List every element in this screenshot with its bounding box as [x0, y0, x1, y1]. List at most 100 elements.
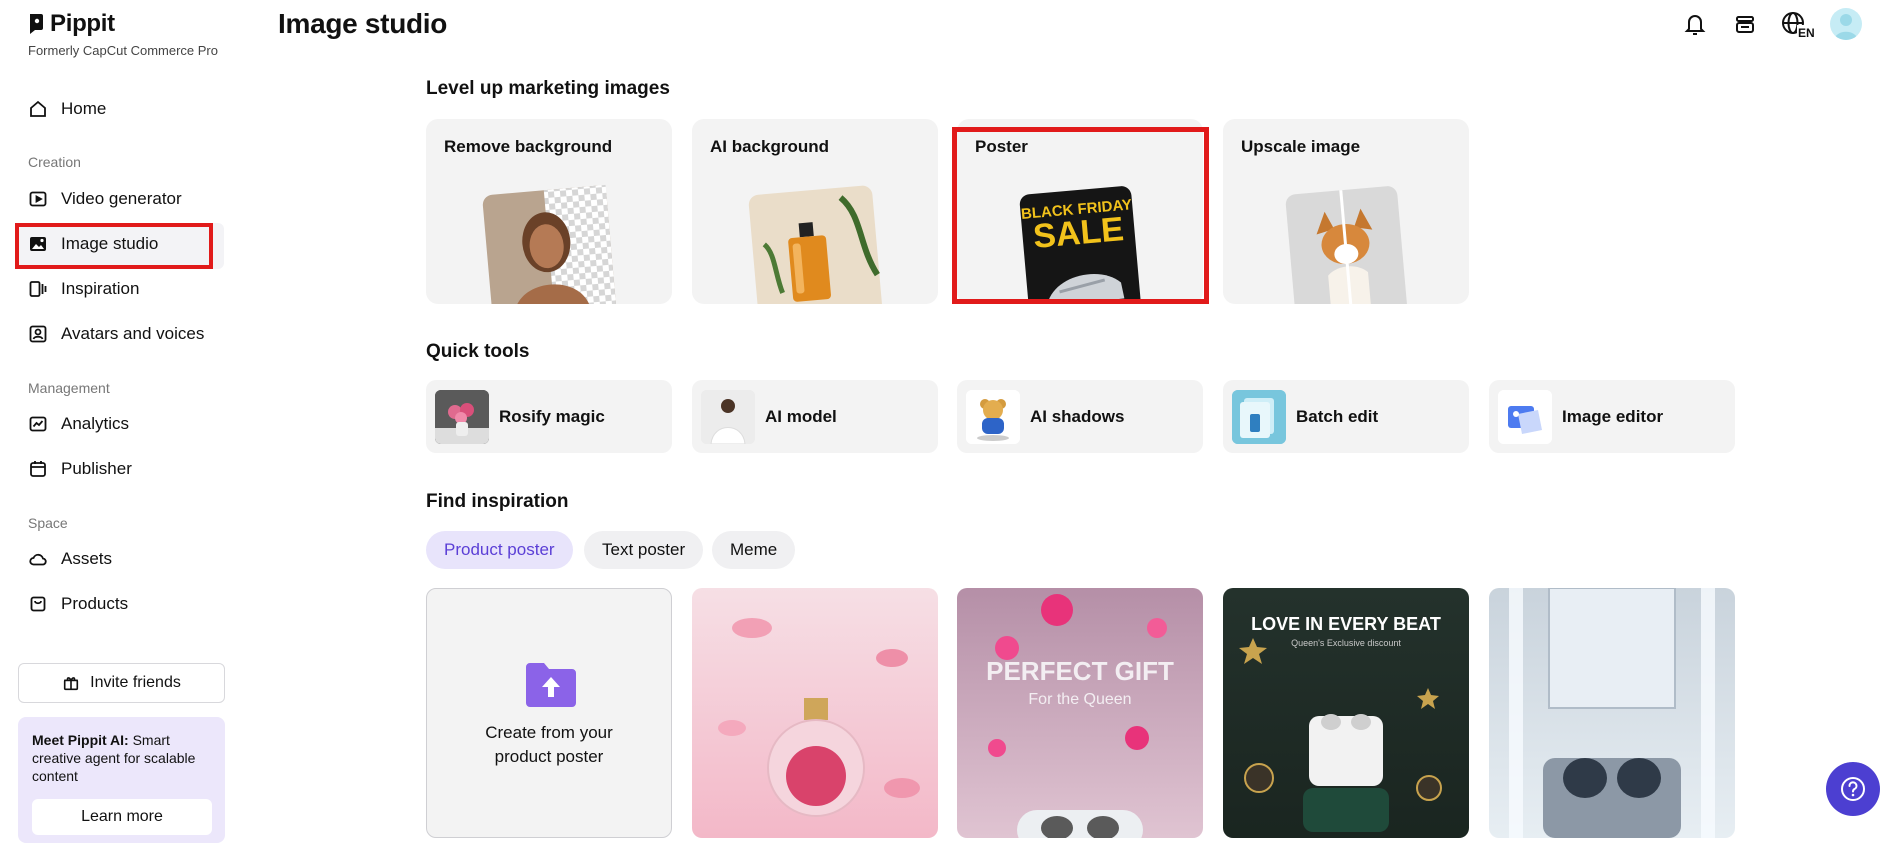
user-avatar[interactable]	[1830, 8, 1862, 40]
section-label-space: Space	[28, 515, 68, 531]
batch-edit-thumbnail	[1232, 389, 1286, 444]
tray-icon[interactable]	[1731, 10, 1759, 38]
ai-shadows-tool[interactable]: AI shadows	[957, 380, 1203, 453]
sidebar-item-label: Inspiration	[61, 279, 140, 298]
help-button[interactable]	[1826, 762, 1880, 816]
gift-icon	[64, 677, 79, 691]
upload-folder-icon	[526, 663, 576, 707]
person-model-icon	[701, 389, 755, 444]
ai-background-illustration	[748, 185, 883, 304]
love-beat-poster-art: LOVE IN EVERY BEAT Queen's Exclusive dis…	[1239, 614, 1442, 832]
love-beat-line1: LOVE IN EVERY BEAT	[1251, 614, 1441, 634]
video-generator-icon	[29, 191, 47, 207]
sidebar-item-inspiration[interactable]: Inspiration	[28, 272, 139, 306]
sidebar-item-publisher[interactable]: Publisher	[28, 452, 132, 486]
sidebar-item-home[interactable]: Home	[28, 92, 106, 126]
chip-meme[interactable]: Meme	[712, 531, 796, 569]
user-silhouette-icon	[1834, 14, 1858, 40]
invite-friends-label: Invite friends	[90, 674, 181, 691]
rosify-magic-thumbnail	[435, 389, 489, 444]
poster-highlight-box	[952, 127, 1209, 304]
card-label: Remove background	[444, 137, 613, 156]
page-title: Image studio	[278, 8, 448, 39]
stacked-images-icon	[1232, 389, 1286, 444]
sidebar-item-avatars-voices[interactable]: Avatars and voices	[28, 317, 204, 351]
inspiration-icon	[29, 281, 47, 297]
love-beat-line2: Queen's Exclusive discount	[1291, 638, 1401, 648]
sidebar-item-label: Products	[61, 594, 129, 613]
products-icon	[30, 596, 46, 612]
earbuds-poster-art	[1509, 588, 1715, 838]
sidebar-item-video-generator[interactable]: Video generator	[28, 182, 182, 216]
create-poster-text: Create from your product poster	[427, 721, 671, 769]
inspiration-card-earbuds[interactable]	[1489, 588, 1735, 838]
tool-label: Rosify magic	[499, 406, 605, 426]
pippit-logo-icon	[30, 14, 43, 34]
sidebar-item-label: Assets	[61, 549, 113, 568]
rosify-magic-tool[interactable]: Rosify magic	[426, 380, 672, 453]
create-product-poster-card[interactable]: Create from your product poster	[426, 588, 672, 838]
sidebar-item-products[interactable]: Products	[28, 587, 128, 621]
learn-more-button[interactable]: Learn more	[32, 799, 212, 835]
pippit-ai-promo: Meet Pippit AI: Smart creative agent for…	[18, 717, 225, 843]
tool-label: AI shadows	[1030, 406, 1125, 426]
create-text-line1: Create from your	[485, 723, 613, 742]
ai-model-tool[interactable]: AI model	[692, 380, 938, 453]
chip-product-poster[interactable]: Product poster	[426, 531, 573, 569]
tool-label: Batch edit	[1296, 406, 1379, 426]
inspiration-card-perfume[interactable]	[692, 588, 938, 838]
analytics-icon	[29, 416, 47, 432]
image-editor-tool[interactable]: Image editor	[1489, 380, 1735, 453]
upscale-image-card[interactable]: Upscale image	[1223, 119, 1469, 304]
section-label-management: Management	[28, 380, 110, 396]
ai-background-card[interactable]: AI background	[692, 119, 938, 304]
question-mark-icon	[1841, 777, 1865, 801]
sidebar: Pippit Formerly CapCut Commerce Pro Home…	[0, 0, 232, 847]
invite-friends-button[interactable]: Invite friends	[18, 663, 225, 703]
tool-label: AI model	[765, 406, 837, 426]
image-editor-icon	[1498, 389, 1552, 444]
bell-icon[interactable]	[1681, 10, 1709, 38]
cloud-icon	[29, 553, 47, 566]
find-inspiration-title: Find inspiration	[426, 491, 569, 512]
promo-text: Meet Pippit AI: Smart creative agent for…	[32, 731, 211, 785]
inspiration-card-perfect-gift[interactable]: PERFECT GIFT For the Queen	[957, 588, 1203, 838]
chip-text-poster[interactable]: Text poster	[584, 531, 704, 569]
sidebar-item-label: Analytics	[61, 414, 130, 433]
sidebar-item-assets[interactable]: Assets	[28, 542, 112, 576]
image-studio-highlight-box	[15, 223, 213, 269]
perfect-gift-line2: For the Queen	[1028, 691, 1131, 708]
home-icon	[30, 100, 46, 117]
sidebar-item-label: Publisher	[61, 459, 132, 478]
remove-background-illustration	[482, 184, 617, 304]
marketing-section-title: Level up marketing images	[426, 78, 670, 99]
create-text-line2: product poster	[494, 747, 604, 766]
avatar-icon	[29, 325, 47, 343]
ai-shadows-thumbnail	[966, 389, 1020, 444]
calendar-icon	[30, 461, 46, 477]
remove-background-card[interactable]: Remove background	[426, 119, 672, 304]
sidebar-item-analytics[interactable]: Analytics	[28, 407, 129, 441]
perfume-poster-art	[718, 618, 920, 817]
batch-edit-tool[interactable]: Batch edit	[1223, 380, 1469, 453]
flower-vase-icon	[435, 389, 489, 444]
teddy-bear-icon	[966, 389, 1020, 444]
inspiration-card-love-beat[interactable]: LOVE IN EVERY BEAT Queen's Exclusive dis…	[1223, 588, 1469, 838]
pippit-logo[interactable]: Pippit	[28, 10, 115, 38]
card-label: Upscale image	[1241, 137, 1361, 156]
language-code: EN	[1798, 26, 1815, 38]
card-label: AI background	[710, 137, 830, 156]
brand-name: Pippit	[50, 10, 115, 37]
sidebar-item-label: Video generator	[61, 189, 182, 208]
sidebar-item-label: Avatars and voices	[61, 324, 205, 343]
brand-subtitle: Formerly CapCut Commerce Pro	[28, 43, 218, 58]
perfect-gift-poster-art: PERFECT GIFT For the Queen	[986, 594, 1174, 838]
ai-model-thumbnail	[701, 389, 755, 444]
tool-label: Image editor	[1562, 406, 1664, 426]
quick-tools-title: Quick tools	[426, 341, 530, 362]
language-globe-icon[interactable]: EN	[1780, 10, 1816, 38]
sidebar-item-label: Home	[61, 99, 107, 118]
promo-title: Meet Pippit AI:	[32, 732, 129, 748]
upscale-illustration	[1285, 186, 1408, 304]
image-editor-thumbnail	[1498, 389, 1552, 444]
